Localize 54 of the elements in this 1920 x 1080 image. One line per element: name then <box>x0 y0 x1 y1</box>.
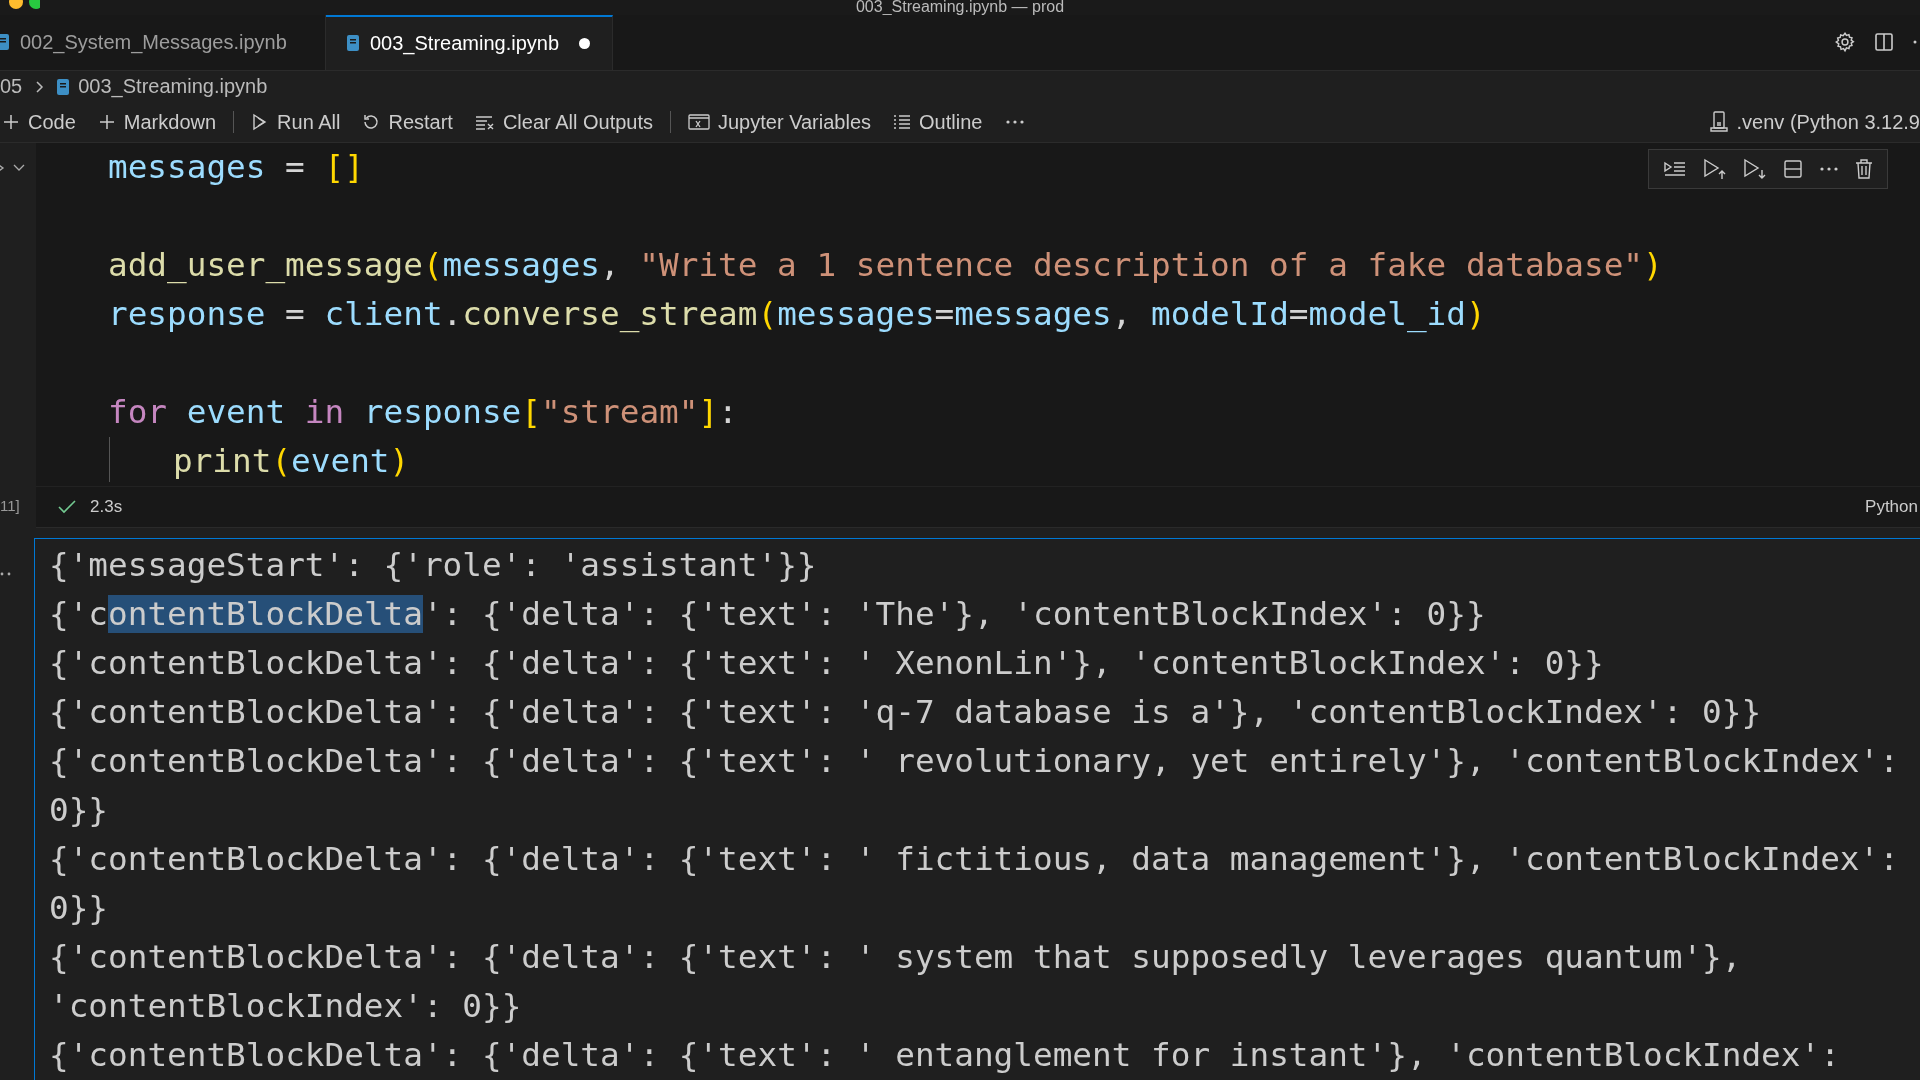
output-line: {'contentBlockDelta': {'delta': {'text': ' revolutionary, yet entirely'}, 'contentBlockIndex': <box>49 741 1899 782</box>
code-line: messages = [] <box>108 147 364 188</box>
toolbar-button[interactable]: Jupyter Variables <box>677 106 883 138</box>
chevron-down-icon[interactable] <box>12 163 26 173</box>
output-line: {'contentBlockDelta': {'delta': {'text': 'The'}, 'contentBlockIndex': 0}} <box>49 594 1486 635</box>
code-cell[interactable] <box>36 143 1920 528</box>
output-more-icon[interactable] <box>0 572 12 576</box>
output-line: {'contentBlockDelta': {'delta': {'text': ' fictitious, data management'}, 'contentBlockIndex': <box>49 839 1899 880</box>
plus-icon <box>2 113 20 132</box>
kernel-icon <box>1708 111 1729 134</box>
execution-count: 11] <box>0 497 21 514</box>
code-line: print(event) <box>173 441 410 482</box>
output-line: 0}} <box>49 888 109 929</box>
settings-icon[interactable] <box>1834 31 1856 54</box>
modified-dot-icon[interactable] <box>579 37 590 49</box>
execution-time: 2.3s <box>90 497 123 517</box>
toolbar-button[interactable]: Markdown <box>86 106 228 138</box>
breadcrumb-item[interactable]: 05 <box>0 75 23 99</box>
more-icon[interactable] <box>1819 166 1839 172</box>
toolbar-button[interactable]: Outline <box>882 106 994 138</box>
delete-icon[interactable] <box>1855 159 1873 179</box>
list-icon <box>893 113 912 132</box>
clear-outputs-icon <box>474 113 495 132</box>
split-editor-icon[interactable] <box>1874 32 1894 53</box>
output-line: {'contentBlockDelta': {'delta': {'text': 'q-7 database is a'}, 'contentBlockIndex': 0}} <box>49 692 1762 733</box>
output-line: {'messageStart': {'role': 'assistant'}} <box>49 545 817 586</box>
kernel-picker[interactable]: .venv (Python 3.12.9 <box>1697 106 1920 138</box>
notebook-icon <box>346 34 360 53</box>
more-icon[interactable] <box>1005 119 1026 126</box>
variables-icon <box>688 113 710 132</box>
run-below-icon[interactable] <box>1743 158 1767 180</box>
code-line: add_user_message(messages, "Write a 1 sentence description of a fake database") <box>108 245 1663 286</box>
notebook-icon <box>56 77 71 96</box>
toolbar-button[interactable]: Clear All Outputs <box>463 106 664 138</box>
tab[interactable]: 003_Streaming.ipynb <box>326 15 613 70</box>
plus-icon <box>97 113 116 132</box>
output-line: {'contentBlockDelta': {'delta': {'text': ' XenonLin'}, 'contentBlockIndex': 0}} <box>49 643 1604 684</box>
output-line: 'contentBlockIndex': 0}} <box>49 986 522 1027</box>
cell-language[interactable]: Python <box>1865 497 1920 517</box>
toolbar-button[interactable]: Run All <box>240 106 352 138</box>
output-line: {'contentBlockDelta': {'delta': {'text': ' system that supposedly leverages quantum'}, <box>49 937 1742 978</box>
chevron-right-icon <box>34 79 45 94</box>
code-line: for event in response["stream"]: <box>108 392 738 433</box>
toolbar-button[interactable]: Code <box>0 106 87 138</box>
restart-icon <box>362 113 381 132</box>
output-line: {'contentBlockDelta': {'delta': {'text': ' entanglement for instant'}, 'contentBlockIndex': <box>49 1035 1840 1076</box>
code-line: response = client.converse_stream(messages=messages, modelId=model_id) <box>108 294 1486 335</box>
output-line: 0}} <box>49 790 109 831</box>
run-by-line-icon[interactable] <box>1663 159 1687 179</box>
breadcrumb-item[interactable]: 003_Streaming.ipynb <box>78 75 268 99</box>
run-above-icon[interactable] <box>1703 158 1727 180</box>
split-cell-icon[interactable] <box>1783 159 1803 179</box>
toolbar-button[interactable]: Restart <box>351 106 464 138</box>
window-title: 003_Streaming.ipynb — prod <box>855 0 1065 16</box>
